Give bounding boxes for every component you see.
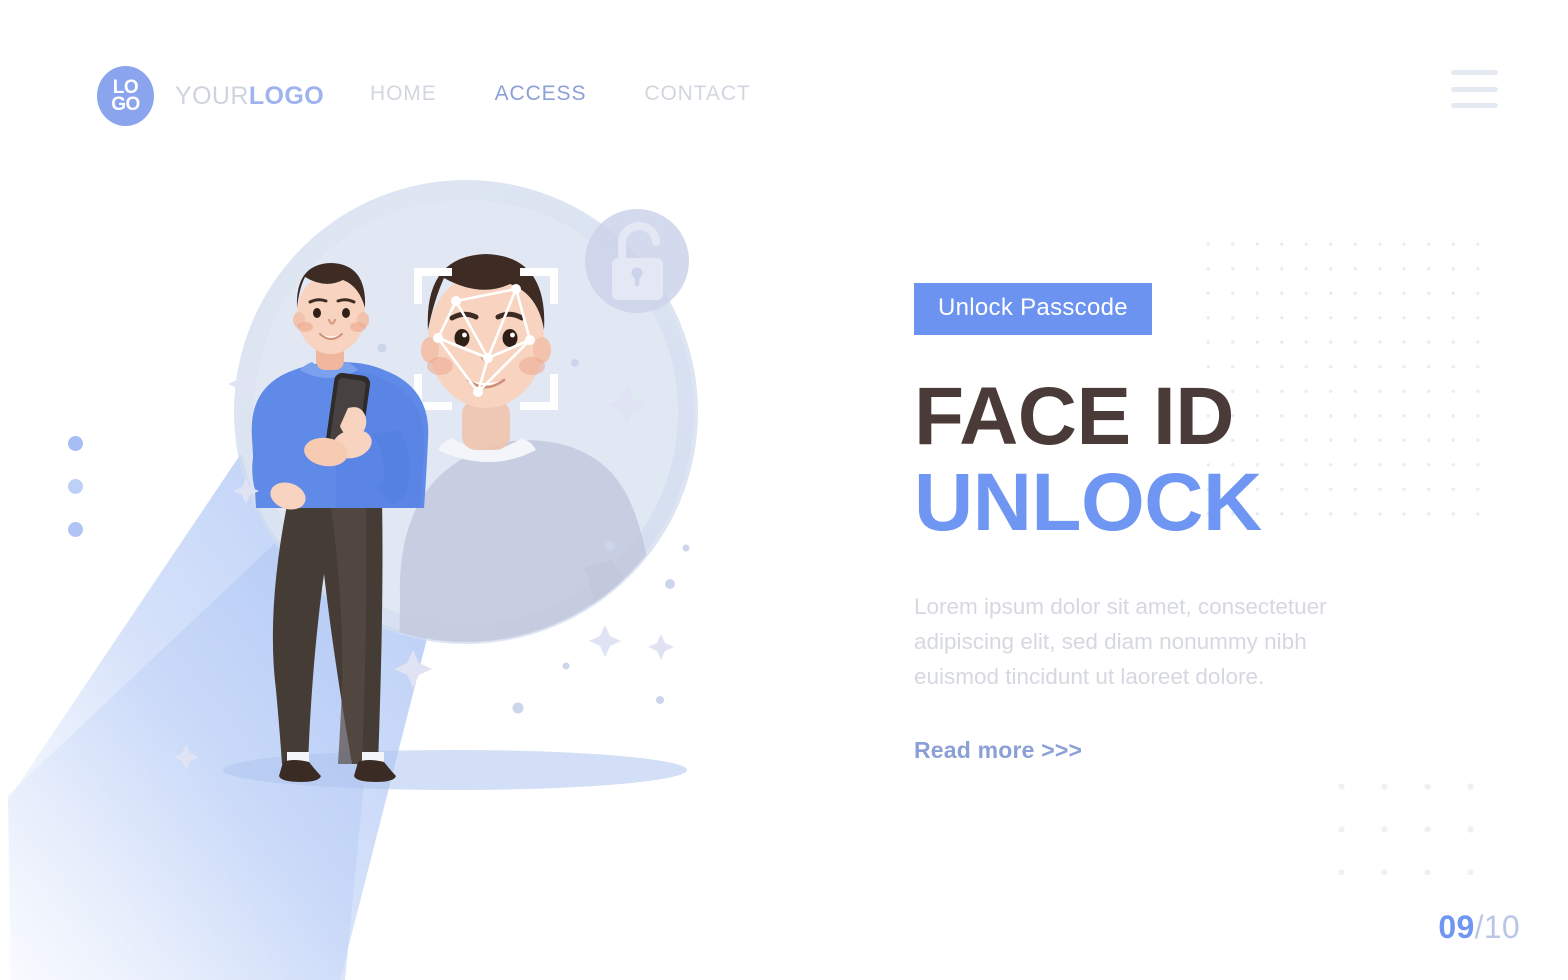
logo-text-bottom: GO	[111, 94, 140, 115]
hamburger-bar	[1451, 70, 1498, 75]
hamburger-menu-icon[interactable]	[1451, 70, 1498, 108]
main-navigation: HOME ACCESS CONTACT	[370, 82, 751, 106]
left-decorative-dots	[68, 436, 83, 565]
brand-name-light: YOUR	[175, 81, 249, 110]
nav-item-contact[interactable]: CONTACT	[644, 82, 750, 106]
slide-current: 09	[1438, 909, 1475, 945]
brand-name: YOURLOGO	[175, 82, 324, 111]
dot-grid-pattern-bottom	[1320, 765, 1490, 875]
logo-circle-icon: LO GO	[97, 66, 154, 126]
page-title-line1: FACE ID	[914, 371, 1234, 462]
nav-item-access[interactable]: ACCESS	[495, 82, 587, 106]
landing-page: LO GO YOURLOGO HOME ACCESS CONTACT Unloc…	[0, 0, 1568, 980]
page-title-line2: UNLOCK	[914, 456, 1262, 548]
page-title: FACE ID UNLOCK	[914, 371, 1474, 548]
brand-name-bold: LOGO	[248, 81, 325, 110]
decorative-dot	[68, 479, 83, 494]
hamburger-bar	[1451, 103, 1498, 108]
hero-paragraph: Lorem ipsum dolor sit amet, consectetuer…	[914, 594, 1327, 689]
status-badge[interactable]: Unlock Passcode	[914, 283, 1152, 335]
hamburger-bar	[1451, 86, 1498, 92]
decorative-dot	[68, 436, 83, 451]
decorative-dot	[68, 522, 83, 537]
read-more-link[interactable]: Read more >>>	[914, 737, 1082, 764]
open-padlock-icon	[585, 209, 689, 313]
slide-counter: 09/10	[1438, 909, 1520, 946]
brand-logo[interactable]: LO GO YOURLOGO	[97, 66, 324, 126]
nav-item-home[interactable]: HOME	[370, 82, 437, 106]
hero-content: Unlock Passcode FACE ID UNLOCK Lorem ips…	[914, 283, 1474, 764]
slide-total: /10	[1474, 909, 1520, 945]
site-header: LO GO YOURLOGO HOME ACCESS CONTACT	[0, 0, 1568, 175]
